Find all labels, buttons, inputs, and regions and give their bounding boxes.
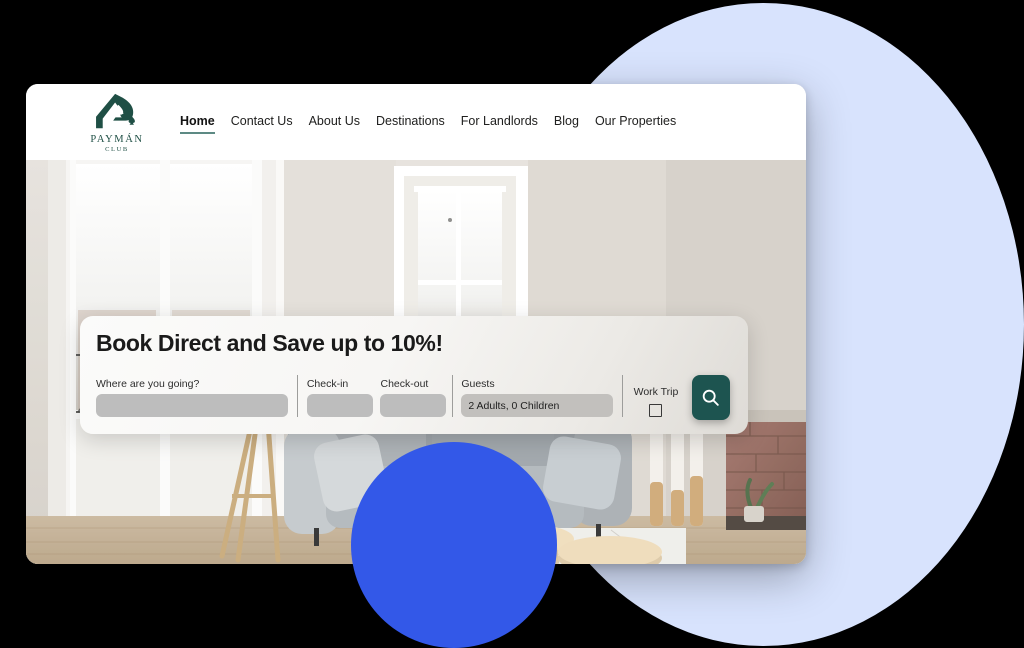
guests-label: Guests	[461, 377, 495, 390]
brand-logo[interactable]: PAYMÁN CLUB	[78, 92, 156, 153]
guests-input[interactable]: 2 Adults, 0 Children	[461, 394, 614, 417]
guests-field: Guests 2 Adults, 0 Children	[461, 377, 614, 417]
site-header: PAYMÁN CLUB Home Contact Us About Us Des…	[26, 84, 806, 160]
checkout-field: Check-out	[380, 377, 447, 417]
nav-item-blog[interactable]: Blog	[554, 114, 579, 134]
nav-item-contact-us[interactable]: Contact Us	[231, 114, 293, 134]
work-trip-label: Work Trip	[633, 385, 679, 398]
checkin-field: Check-in	[306, 377, 373, 417]
search-fields-row: Where are you going? Check-in Check-out …	[96, 375, 730, 420]
checkin-label: Check-in	[306, 377, 349, 390]
destination-label: Where are you going?	[96, 377, 200, 390]
nav-item-destinations[interactable]: Destinations	[376, 114, 445, 134]
destination-input[interactable]	[96, 394, 288, 417]
destination-field: Where are you going?	[96, 377, 288, 417]
checkout-input[interactable]	[380, 394, 447, 417]
nav-item-for-landlords[interactable]: For Landlords	[461, 114, 538, 134]
brand-name: PAYMÁN	[90, 134, 144, 145]
work-trip-field: Work Trip	[632, 385, 680, 417]
nav-item-our-properties[interactable]: Our Properties	[595, 114, 676, 134]
booking-search-panel: Book Direct and Save up to 10%! Where ar…	[80, 316, 748, 434]
work-trip-checkbox[interactable]	[649, 404, 663, 417]
decorative-blue-circle	[351, 442, 557, 648]
field-divider-3	[622, 375, 624, 417]
page-root: PAYMÁN CLUB Home Contact Us About Us Des…	[0, 0, 1024, 648]
nav-item-home[interactable]: Home	[180, 114, 215, 134]
field-divider-1	[297, 375, 298, 417]
guests-value: 2 Adults, 0 Children	[468, 399, 560, 412]
field-divider-2	[452, 375, 454, 417]
checkout-label: Check-out	[380, 377, 429, 390]
search-icon	[703, 389, 720, 406]
payman-spade-logo-icon	[96, 93, 135, 129]
brand-subtitle: CLUB	[105, 146, 129, 153]
search-button[interactable]	[691, 375, 730, 420]
nav-item-about-us[interactable]: About Us	[309, 114, 360, 134]
main-navigation: Home Contact Us About Us Destinations Fo…	[180, 114, 676, 134]
panel-title: Book Direct and Save up to 10%!	[96, 330, 443, 356]
checkin-input[interactable]	[306, 394, 373, 417]
